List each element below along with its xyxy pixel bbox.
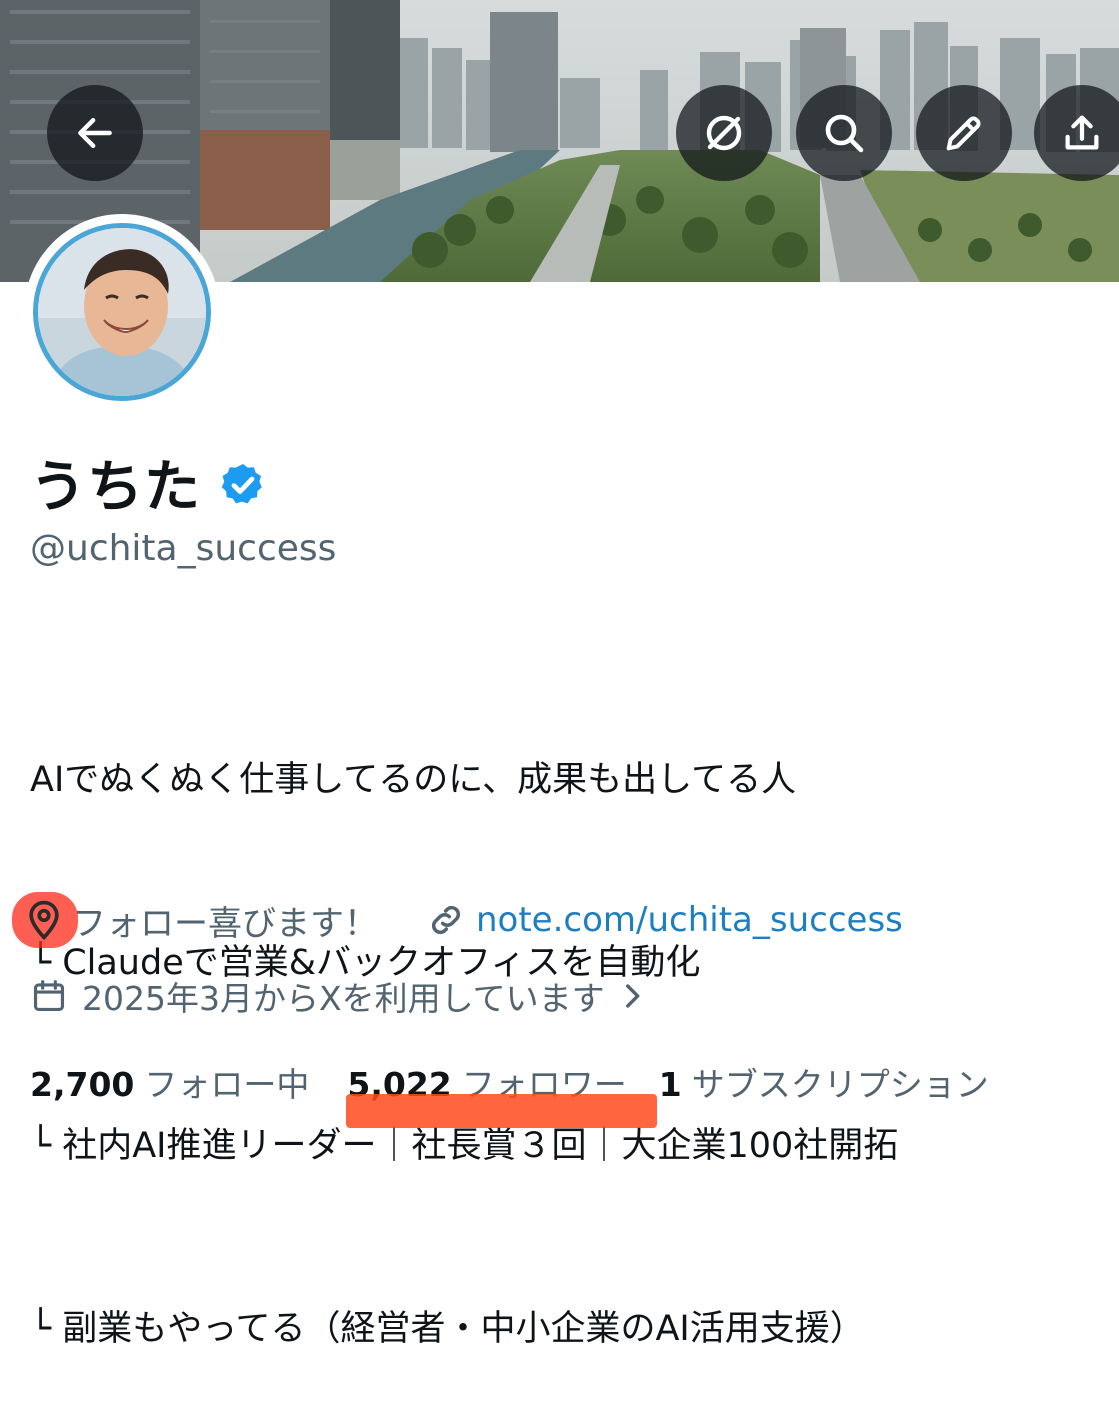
- profile-link[interactable]: note.com/uchita_success: [426, 900, 903, 940]
- calendar-icon: [33, 980, 65, 1012]
- grok-icon: [706, 115, 742, 151]
- edit-icon: [946, 116, 981, 151]
- profile-handle: @uchita_success: [30, 528, 337, 569]
- profile-link-text[interactable]: note.com/uchita_success: [476, 900, 903, 940]
- location-text: フォロー喜びます！: [72, 903, 378, 944]
- link-icon: [431, 905, 461, 935]
- profile-name: うちた: [30, 455, 201, 520]
- joined-text: 2025年3月からXを利用しています: [82, 979, 605, 1018]
- subscriptions-stat[interactable]: 1 サブスクリプション: [659, 1058, 989, 1106]
- arrow-left-icon: [78, 117, 112, 149]
- avatar-image: [33, 223, 211, 401]
- verified-badge-icon[interactable]: [219, 461, 267, 509]
- bio-line: AIでぬくぬく仕事してるのに、成果も出してる人: [30, 760, 797, 800]
- profile-bio: AIでぬくぬく仕事してるのに、成果も出してる人 └ Claudeで営業&バックオ…: [30, 628, 898, 1421]
- share-button[interactable]: [1034, 85, 1119, 181]
- profile-name-row: うちた: [30, 442, 267, 523]
- edit-button[interactable]: [916, 85, 1012, 181]
- profile-location: フォロー喜びます！: [22, 896, 378, 945]
- profile-meta: フォロー喜びます！ note.com/uchita_success: [22, 892, 903, 948]
- following-count: 2,700: [30, 1065, 135, 1104]
- back-button[interactable]: [47, 85, 143, 181]
- location-pin-icon: [29, 900, 59, 941]
- chevron-right-icon: [625, 984, 639, 1008]
- highlight-underline: [346, 1094, 657, 1128]
- grok-button[interactable]: [676, 85, 772, 181]
- following-label: フォロー中: [144, 1065, 310, 1104]
- bio-line: └ 副業もやってる（経営者・中小企業のAI活用支援）: [30, 1309, 865, 1349]
- subscriptions-count: 1: [658, 1065, 682, 1104]
- subscriptions-label: サブスクリプション: [691, 1065, 989, 1104]
- following-stat[interactable]: 2,700 フォロー中: [30, 1058, 309, 1106]
- search-icon: [825, 114, 864, 153]
- search-button[interactable]: [796, 85, 892, 181]
- avatar[interactable]: [24, 214, 220, 410]
- profile-joined[interactable]: 2025年3月からXを利用しています: [30, 970, 649, 1022]
- share-icon: [1065, 115, 1099, 150]
